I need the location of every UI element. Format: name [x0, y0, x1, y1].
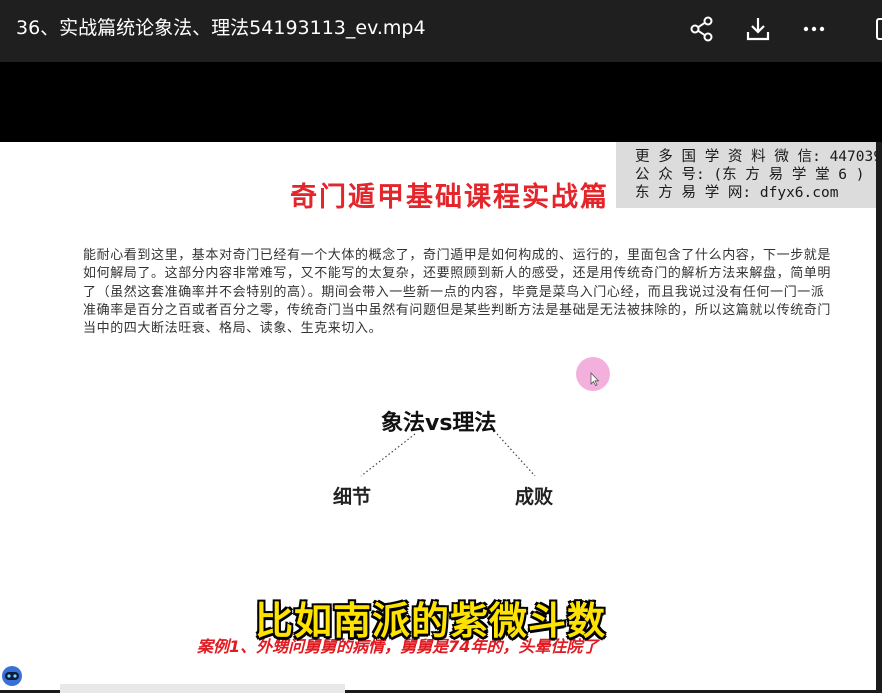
slide-title: 奇门遁甲基础课程实战篇 [290, 182, 609, 213]
frame-edge [876, 142, 882, 690]
diagram-left-label: 细节 [333, 486, 372, 508]
progress-bar-area[interactable] [60, 684, 345, 693]
more-button[interactable] [797, 12, 831, 46]
watermark-box: 更 多 国 学 资 料 微 信: 447039585 公 众 号: (东 方 易… [616, 142, 882, 208]
watermark-line: 东 方 易 学 网: dfyx6.com [635, 185, 839, 201]
assistant-bot-icon[interactable] [0, 663, 24, 687]
watermark-line: 公 众 号: (东 方 易 学 堂 6 ) [635, 167, 865, 183]
share-icon [690, 16, 713, 42]
video-subtitle: 比如南派的紫微斗数 [254, 598, 607, 644]
share-button[interactable] [685, 12, 719, 46]
watermark-line: 更 多 国 学 资 料 微 信: 447039585 [635, 149, 882, 165]
mouse-pointer-highlight [576, 357, 610, 391]
diagram-right-label: 成败 [515, 486, 554, 508]
window-control-button[interactable] [849, 12, 882, 46]
download-button[interactable] [741, 12, 775, 46]
more-icon [803, 26, 825, 32]
cursor-icon [590, 372, 600, 386]
download-icon [746, 18, 770, 41]
diagram-connectors [360, 433, 536, 477]
video-letterbox [0, 62, 882, 142]
window-title: 36、实战篇统论象法、理法54193113_ev.mp4 [16, 17, 426, 39]
video-frame-slide[interactable]: 奇门遁甲基础课程实战篇 更 多 国 学 资 料 微 信: 447039585 公… [0, 142, 882, 690]
window-icon [876, 18, 882, 40]
title-bar: 36、实战篇统论象法、理法54193113_ev.mp4 [0, 0, 882, 62]
intro-paragraph: 能耐心看到这里，基本对奇门已经有一个大体的概念了，奇门遁甲是如何构成的、运行的，… [83, 248, 832, 337]
